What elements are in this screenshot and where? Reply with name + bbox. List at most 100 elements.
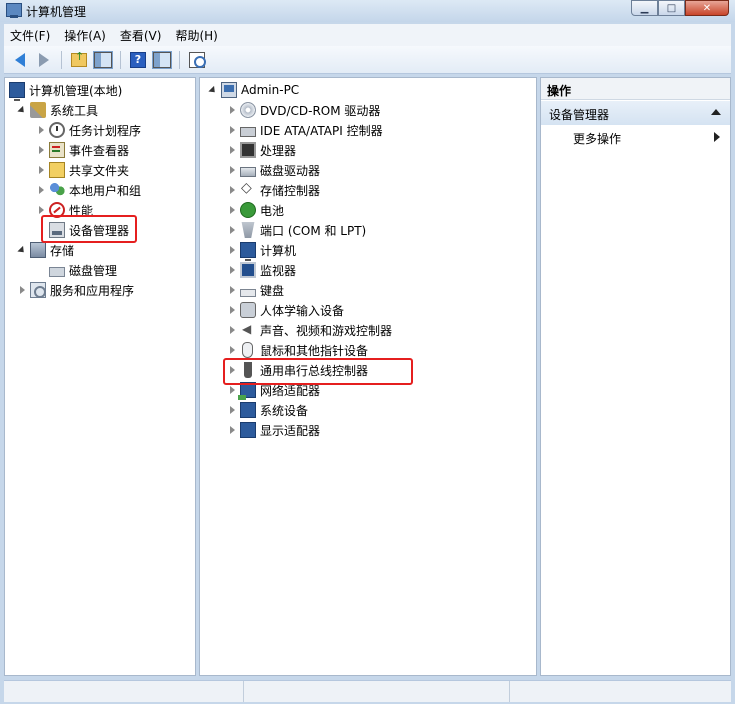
device-category[interactable]: 计算机 [227,240,297,261]
device-category[interactable]: 键盘 [227,280,284,300]
expand-icon[interactable] [36,165,46,175]
help-button[interactable]: ? [128,50,148,70]
device-category[interactable]: 监视器 [227,260,296,280]
device-manager-highlight [41,215,137,243]
expand-icon[interactable] [227,225,237,235]
device-category[interactable]: 端口 (COM 和 LPT) [227,220,366,240]
folder-up-icon [71,50,87,67]
expand-icon[interactable] [227,125,237,135]
device-category-label: 键盘 [260,283,285,298]
help-icon: ? [130,51,146,68]
tree-item-shared-folders[interactable]: 共享文件夹 [36,160,129,180]
title-bar: 计算机管理 ▁ □ ✕ [0,0,735,22]
show-hide-tree-button[interactable] [93,50,113,70]
device-category-label: 监视器 [260,263,297,278]
menu-view[interactable]: 查看(V) [120,27,162,44]
expand-icon[interactable] [227,265,237,275]
tree-item-local-users[interactable]: 本地用户和组 [36,180,141,200]
close-button[interactable]: ✕ [685,0,729,16]
actions-pane: 操作 设备管理器 更多操作 [540,77,731,676]
expand-icon[interactable] [227,245,237,255]
device-category-label: 处理器 [260,143,297,158]
collapse-icon[interactable] [208,85,218,95]
console-tree-icon [93,50,113,69]
status-bar [4,680,731,702]
forward-arrow-icon [39,52,49,67]
collapse-section-icon[interactable] [711,109,721,115]
expand-icon[interactable] [227,405,237,415]
expand-icon[interactable] [227,105,237,115]
device-category[interactable]: 磁盘驱动器 [227,160,320,180]
expand-icon[interactable] [227,205,237,215]
device-category-label: 存储控制器 [260,183,321,198]
show-hide-action-pane-button[interactable] [152,50,172,70]
device-category[interactable]: 显示适配器 [227,420,320,440]
status-cell [4,681,244,702]
expand-icon[interactable] [227,305,237,315]
device-category-label: 系统设备 [260,403,309,418]
maximize-button[interactable]: □ [658,0,685,16]
expand-icon[interactable] [227,145,237,155]
tree-item-disk-management[interactable]: 磁盘管理 [49,260,117,280]
device-category[interactable]: 鼠标和其他指针设备 [227,340,368,360]
tree-item-label: 磁盘管理 [69,263,118,278]
mouse-icon [242,342,253,358]
expand-icon[interactable] [227,285,237,295]
event-log-icon [49,142,65,158]
hid-icon [240,302,256,318]
tree-item-task-scheduler[interactable]: 任务计划程序 [36,120,141,140]
collapse-icon[interactable] [17,105,27,115]
device-category[interactable]: 声音、视频和游戏控制器 [227,320,392,340]
minimize-button[interactable]: ▁ [631,0,658,16]
expand-icon[interactable] [36,185,46,195]
expand-icon[interactable] [227,345,237,355]
menu-action[interactable]: 操作(A) [64,27,106,44]
expand-icon[interactable] [227,165,237,175]
device-category[interactable]: 电池 [227,200,284,220]
up-one-level-button[interactable] [69,50,89,70]
expand-icon[interactable] [17,285,27,295]
device-category-label: 鼠标和其他指针设备 [260,343,369,358]
collapse-icon[interactable] [17,245,27,255]
tools-icon [30,102,46,118]
device-category[interactable]: 人体学输入设备 [227,300,344,320]
device-category[interactable]: 处理器 [227,140,296,160]
menu-help[interactable]: 帮助(H) [175,27,217,44]
actions-header: 操作 [541,78,730,100]
display-adapter-icon [240,422,256,438]
device-category[interactable]: 存储控制器 [227,180,320,200]
tree-item-system-tools[interactable]: 系统工具 [17,100,98,120]
monitor-icon [240,262,256,278]
expand-icon[interactable] [227,185,237,195]
submenu-arrow-icon [714,132,720,142]
device-category-label: 计算机 [260,243,297,258]
back-button[interactable] [10,50,30,70]
computer-management-icon [6,3,22,18]
device-category[interactable]: IDE ATA/ATAPI 控制器 [227,120,383,140]
tree-item-services[interactable]: 服务和应用程序 [17,280,134,300]
properties-icon [189,51,206,68]
tree-item-root[interactable]: 计算机管理(本地) [9,80,122,101]
device-category[interactable]: 系统设备 [227,400,308,420]
device-category[interactable]: DVD/CD-ROM 驱动器 [227,100,380,120]
expand-icon[interactable] [227,385,237,395]
expand-icon[interactable] [36,145,46,155]
device-category-label: 显示适配器 [260,423,321,438]
tree-item-event-viewer[interactable]: 事件查看器 [36,140,129,160]
shared-folder-icon [49,162,65,178]
tree-item-storage[interactable]: 存储 [17,240,74,260]
actions-section-device-manager[interactable]: 设备管理器 [541,101,730,125]
properties-button[interactable] [187,50,207,70]
device-category-label: 电池 [260,203,285,218]
expand-icon[interactable] [227,325,237,335]
status-cell [510,681,731,702]
forward-button[interactable] [34,50,54,70]
expand-icon[interactable] [36,205,46,215]
more-actions-item[interactable]: 更多操作 [541,126,730,148]
expand-icon[interactable] [227,425,237,435]
device-category-label: 磁盘驱动器 [260,163,321,178]
menu-file[interactable]: 文件(F) [10,27,50,44]
device-tree-root[interactable]: Admin-PC [208,80,299,100]
expand-icon[interactable] [36,125,46,135]
processor-icon [240,142,256,158]
